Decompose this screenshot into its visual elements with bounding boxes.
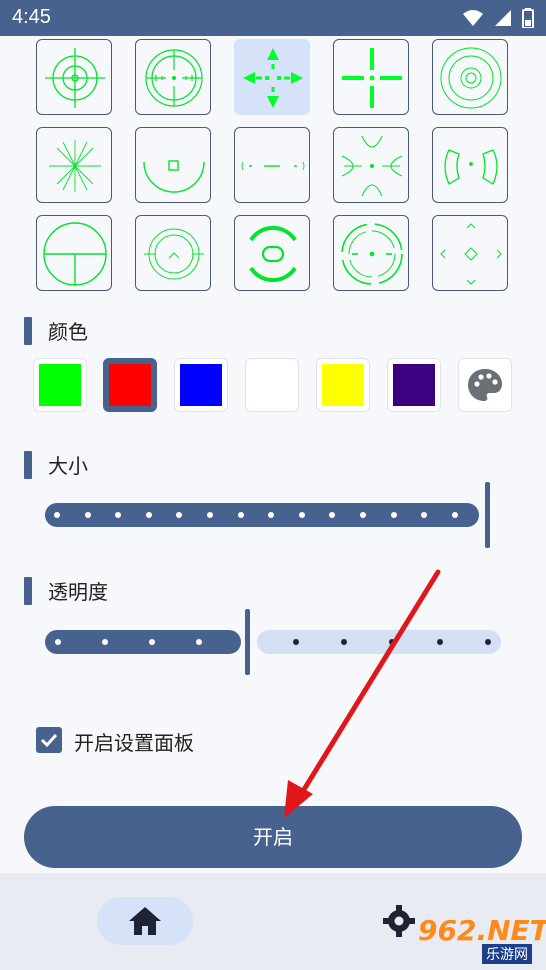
size-section-title: 大小 xyxy=(48,454,88,478)
crosshair-ring-oval-icon xyxy=(249,225,297,283)
crosshair-scope-ticks-option[interactable] xyxy=(135,39,211,115)
swatch-white[interactable] xyxy=(245,358,299,412)
crosshair-bracket-arcs-option[interactable] xyxy=(432,127,508,203)
wifi-icon xyxy=(463,10,483,26)
watermark-logo: 962.NET 乐游网 xyxy=(410,912,546,968)
slider-tick-dot xyxy=(145,512,152,518)
swatch-red[interactable] xyxy=(103,358,157,412)
watermark-sub: 乐游网 xyxy=(482,944,532,964)
slider-tick-dot xyxy=(485,639,491,645)
slider-tick-dot xyxy=(451,512,458,518)
opacity-slider-active-track xyxy=(45,630,241,654)
slider-tick-dot xyxy=(84,512,91,518)
crosshair-concentric-icon xyxy=(440,47,502,109)
slider-tick-dot xyxy=(437,639,443,645)
slider-tick-dot xyxy=(390,512,397,518)
swatch-yellow[interactable] xyxy=(316,358,370,412)
slider-tick-dot xyxy=(149,639,155,645)
crosshair-circle-chevron-icon xyxy=(144,228,204,280)
palette-icon xyxy=(468,369,502,401)
slider-tick-dot xyxy=(293,639,299,645)
check-icon xyxy=(40,733,58,748)
crosshair-circle-cross-icon xyxy=(45,48,105,108)
swatch-green[interactable] xyxy=(33,358,87,412)
slider-tick-dot xyxy=(207,512,213,518)
size-slider-thumb[interactable] xyxy=(485,482,490,548)
nav-home-button[interactable] xyxy=(97,897,193,945)
crosshair-dashed-ring-option[interactable] xyxy=(333,215,409,291)
crosshair-arrows-option[interactable] xyxy=(234,39,310,115)
crosshair-dash-line-option[interactable] xyxy=(234,127,310,203)
crosshair-dashed-ring-icon xyxy=(341,223,403,285)
slider-tick-dot xyxy=(196,639,202,645)
status-bar: 4:45 xyxy=(0,0,546,36)
crosshair-scope-ticks-icon xyxy=(145,49,203,107)
home-icon xyxy=(129,907,161,935)
swatch-blue[interactable] xyxy=(174,358,228,412)
crosshair-circle-chevron-option[interactable] xyxy=(135,215,211,291)
crosshair-circle-hline-icon xyxy=(43,222,107,286)
crosshair-concentric-option[interactable] xyxy=(432,39,508,115)
slider-tick-dot xyxy=(360,512,366,518)
settings-panel-label: 开启设置面板 xyxy=(74,731,194,755)
slider-tick-dot xyxy=(341,639,347,645)
start-button[interactable]: 开启 xyxy=(24,806,522,868)
crosshair-arc-square-option[interactable] xyxy=(135,127,211,203)
crosshair-arrows-icon xyxy=(243,48,303,108)
crosshair-bracket-arcs-icon xyxy=(444,149,498,185)
settings-panel-checkbox[interactable] xyxy=(36,727,62,753)
status-icons xyxy=(462,8,534,28)
crosshair-starburst-icon xyxy=(49,140,101,192)
crosshair-circle-cross-option[interactable] xyxy=(36,39,112,115)
slider-tick-dot xyxy=(237,512,244,518)
slider-tick-dot xyxy=(102,639,108,645)
opacity-slider[interactable] xyxy=(45,609,501,675)
crosshair-arc-square-icon xyxy=(143,160,205,193)
section-marker xyxy=(24,450,32,479)
section-marker xyxy=(24,316,32,345)
signal-icon xyxy=(495,10,511,26)
opacity-slider-thumb[interactable] xyxy=(245,609,250,675)
crosshair-ring-oval-option[interactable] xyxy=(234,215,310,291)
crosshair-diamond-chevrons-option[interactable] xyxy=(432,215,508,291)
crosshair-curved-x-icon xyxy=(341,135,403,197)
slider-tick-dot xyxy=(298,512,305,518)
swatch-purple[interactable] xyxy=(387,358,441,412)
slider-tick-dot xyxy=(55,639,61,645)
slider-tick-dot xyxy=(389,639,395,645)
crosshair-plus-gap-option[interactable] xyxy=(333,39,409,115)
custom-color-button[interactable] xyxy=(458,358,512,412)
color-section-header: 颜色 xyxy=(24,316,88,345)
crosshair-circle-hline-option[interactable] xyxy=(36,215,112,291)
section-marker xyxy=(24,576,32,605)
battery-icon xyxy=(522,8,534,28)
crosshair-starburst-option[interactable] xyxy=(36,127,112,203)
watermark-main: 962.NET xyxy=(418,914,546,947)
crosshair-dash-line-icon xyxy=(241,161,305,171)
crosshair-plus-gap-icon xyxy=(342,48,402,108)
slider-tick-dot xyxy=(54,512,60,518)
color-section-title: 颜色 xyxy=(48,320,88,344)
crosshair-curved-x-option[interactable] xyxy=(333,127,409,203)
size-slider-active-track xyxy=(45,503,479,527)
size-section-header: 大小 xyxy=(24,450,88,479)
opacity-section-title: 透明度 xyxy=(48,580,108,604)
crosshair-diamond-chevrons-icon xyxy=(440,223,502,285)
size-slider[interactable] xyxy=(45,482,501,548)
status-time: 4:45 xyxy=(12,6,51,28)
opacity-section-header: 透明度 xyxy=(24,576,108,605)
